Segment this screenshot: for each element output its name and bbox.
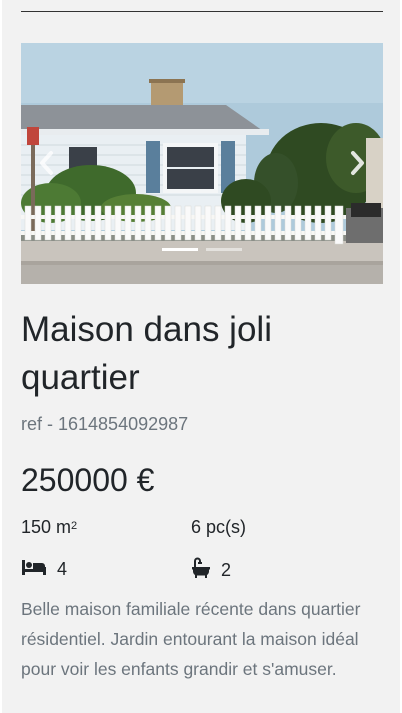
carousel-next-button[interactable]	[343, 148, 371, 178]
carousel-indicator[interactable]	[206, 248, 242, 251]
carousel-indicator[interactable]	[162, 248, 198, 251]
listing-card: Maison dans joli quartier ref - 16148540…	[2, 0, 400, 713]
carousel-indicators	[21, 248, 383, 251]
bedrooms-stat: 4	[21, 557, 67, 582]
bedrooms-value: 4	[57, 559, 68, 579]
chevron-right-icon	[351, 151, 364, 175]
photo-carousel[interactable]	[21, 43, 383, 284]
rooms-value: 6 pc(s)	[191, 517, 247, 537]
surface-stat: 150 m2	[21, 517, 77, 538]
surface-unit-exponent: 2	[71, 519, 78, 532]
bathtub-icon	[191, 557, 211, 584]
bathrooms-stat: 2	[191, 557, 231, 584]
bed-icon	[21, 557, 47, 582]
listing-title: Maison dans joli quartier	[21, 310, 272, 397]
surface-value: 150 m	[21, 517, 72, 537]
divider	[21, 11, 383, 12]
listing-description: Belle maison familiale récente dans quar…	[21, 599, 361, 679]
chevron-left-icon	[40, 151, 53, 175]
carousel-prev-button[interactable]	[33, 148, 61, 178]
listing-ref: ref - 1614854092987	[21, 414, 189, 434]
bathrooms-value: 2	[221, 560, 232, 580]
rooms-stat: 6 pc(s)	[191, 517, 246, 538]
listing-price: 250000 €	[21, 462, 155, 498]
